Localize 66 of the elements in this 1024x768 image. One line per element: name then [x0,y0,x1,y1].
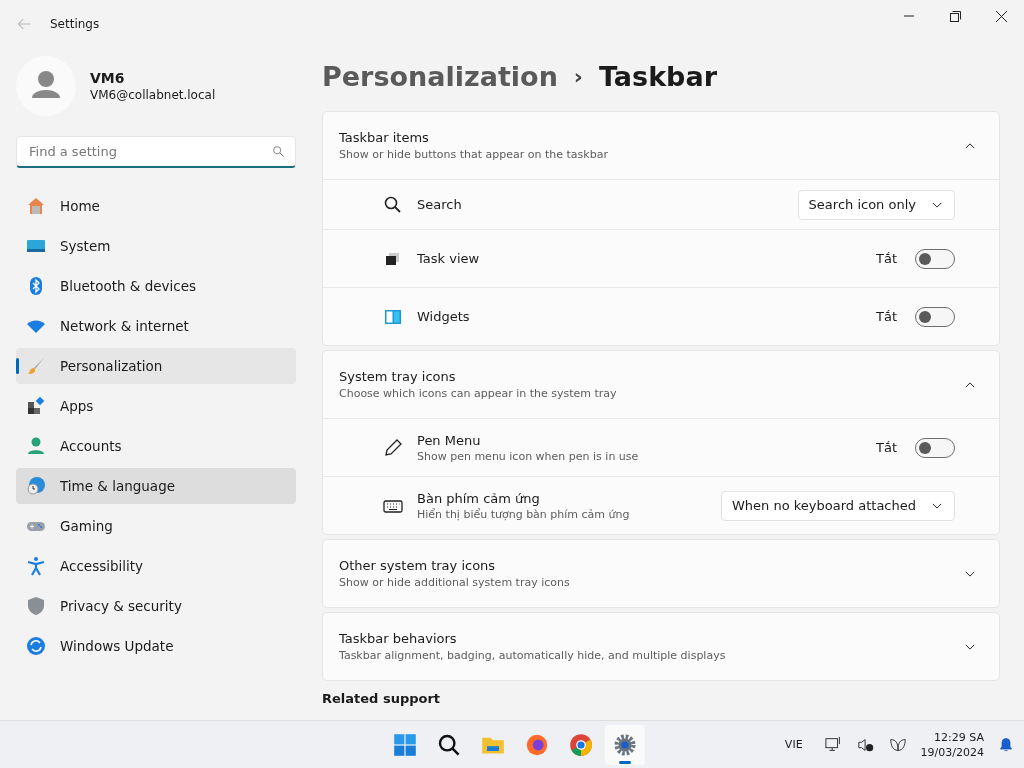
search-box[interactable]: Find a setting [16,136,296,168]
dropdown[interactable]: Search icon only [797,189,955,220]
section-subtitle: Taskbar alignment, badging, automatically hide, and multiple displays [339,649,726,662]
search-icon [437,733,461,757]
fox-globe-icon [525,733,549,757]
page-title: Taskbar [598,60,717,92]
clock[interactable]: 12:29 SA 19/03/2024 [920,729,984,760]
setting-label: Task view [417,251,480,266]
network-icon [824,735,843,754]
setting-description: Hiển thị biểu tượng bàn phím cảm ứng [417,507,630,521]
person-icon [26,436,46,456]
search-field[interactable]: Find a setting [27,143,272,160]
breadcrumb-parent[interactable]: Personalization [322,60,558,92]
sidebar-item[interactable]: Personalization [16,348,296,384]
toggle-state: Tắt [876,440,897,455]
toggle-switch[interactable] [915,248,955,269]
pen-icon [383,437,403,458]
section-heading: Related support [322,691,442,706]
sidebar-item[interactable]: Privacy & security [16,588,296,624]
sidebar-item[interactable]: Home [16,188,296,224]
sidebar-item[interactable]: Windows Update [16,628,296,664]
setting-label: Search [417,197,462,212]
sidebar-item[interactable]: Time & language [16,468,296,504]
avatar [16,56,76,116]
sidebar-item[interactable]: Bluetooth & devices [16,268,296,304]
language-indicator[interactable]: VIE [784,738,803,751]
toggle-switch[interactable] [915,437,955,458]
sidebar-item[interactable]: Gaming [16,508,296,544]
setting-label: Bàn phím cảm ứng [417,490,541,506]
section-title: Taskbar items [339,130,430,145]
window-title: Settings [50,17,100,31]
shield-icon [26,596,46,616]
breadcrumb-separator: › [573,63,583,89]
close-icon [995,10,1007,22]
account-name: VM6 [90,70,126,86]
search-icon [383,194,403,215]
toggle-state: Tắt [876,251,897,266]
dropdown[interactable]: When no keyboard attached [721,490,955,521]
bell-icon [998,736,1014,753]
section-subtitle: Choose which icons can appear in the system tray [339,387,617,400]
gear-icon [613,733,637,757]
house-icon [26,196,46,216]
section-title: Other system tray icons [339,558,497,573]
windows-logo-icon [393,733,417,757]
sidebar-item[interactable]: Accessibility [16,548,296,584]
search-icon [272,145,285,158]
accessibility-icon [26,556,46,576]
section-title: System tray icons [339,369,457,384]
toggle-state: Tắt [876,309,897,324]
sidebar-item[interactable]: System [16,228,296,264]
apps-icon [26,396,46,416]
section-title: Taskbar behaviors [339,631,458,646]
globe-clock-icon [26,476,46,496]
restore-icon [949,10,961,22]
section-subtitle: Show or hide buttons that appear on the taskbar [339,148,608,161]
account-email: VM6@collabnet.local [90,88,216,102]
setting-description: Show pen menu icon when pen is in use [417,449,639,463]
setting-label: Pen Menu [417,432,482,448]
sidebar-item[interactable]: Network & internet [16,308,296,344]
section-subtitle: Show or hide additional system tray icons [339,576,570,589]
sidebar-item[interactable]: Accounts [16,428,296,464]
sidebar-item[interactable]: Apps [16,388,296,424]
setting-label: Widgets [417,309,470,324]
chrome-logo-icon [569,733,593,757]
sync-icon [26,636,46,656]
toggle-switch[interactable] [915,306,955,327]
